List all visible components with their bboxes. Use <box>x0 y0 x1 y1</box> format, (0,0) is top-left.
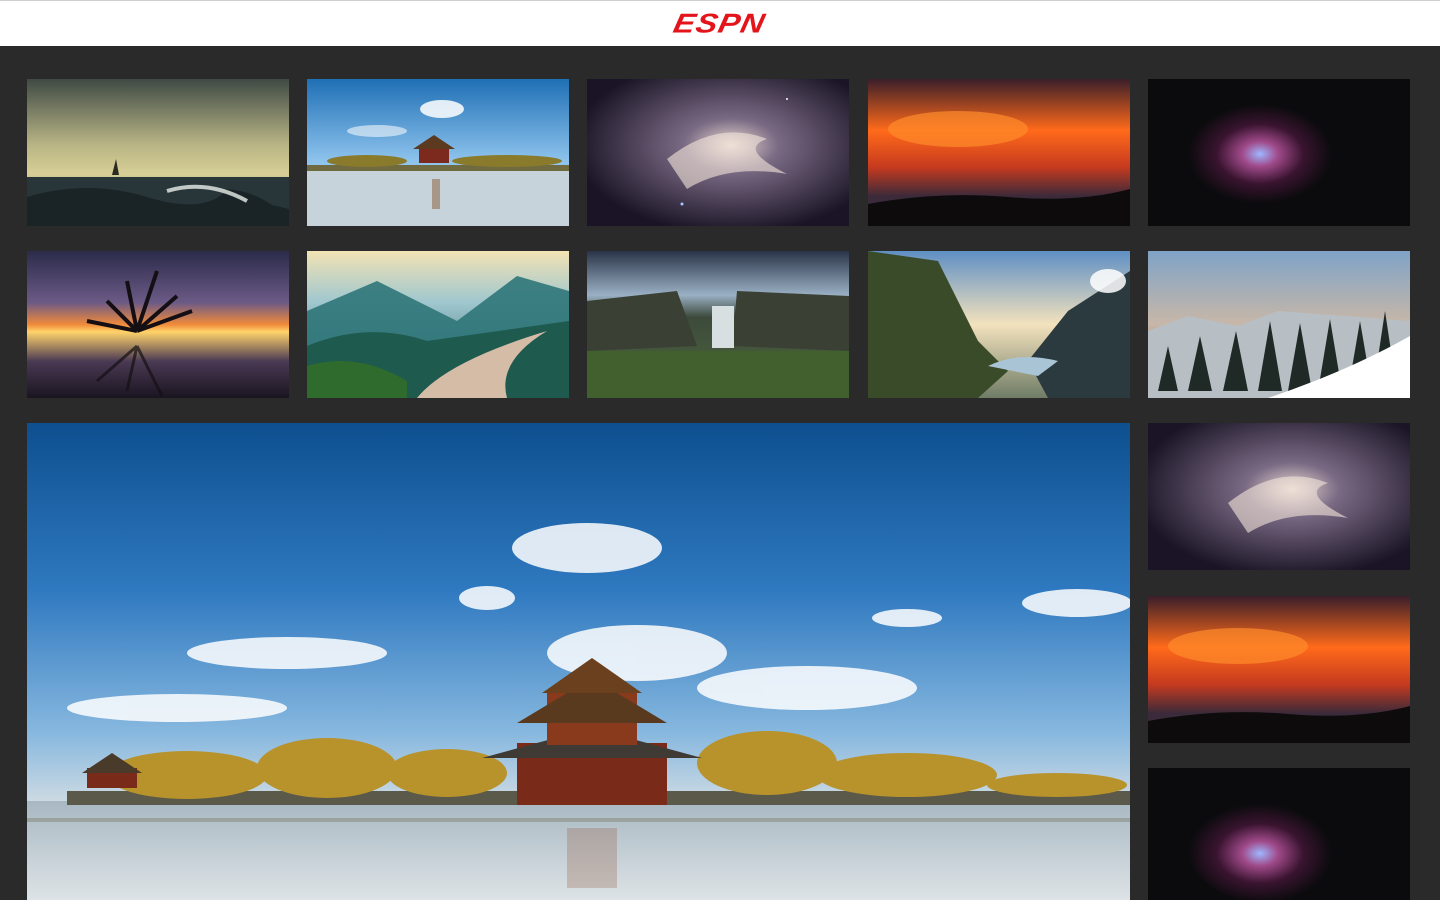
featured-wallpaper-forbidden-city[interactable] <box>27 423 1130 900</box>
thumbnail-red-sunset[interactable] <box>868 79 1130 226</box>
thumbnail-waterfall[interactable] <box>587 251 849 398</box>
top-bar: ESPN <box>0 0 1440 46</box>
thumbnail-red-sunset-2[interactable] <box>1148 596 1410 743</box>
thumbnail-pink-nebula[interactable] <box>1148 79 1410 226</box>
thumbnail-sailboat-ocean[interactable] <box>27 79 289 226</box>
thumbnail-forbidden-city[interactable] <box>307 79 569 226</box>
thumbnail-tree-sunset[interactable] <box>27 251 289 398</box>
espn-logo[interactable]: ESPN <box>671 7 769 38</box>
thumbnail-snowy-forest[interactable] <box>1148 251 1410 398</box>
thumbnail-purple-nebula[interactable] <box>587 79 849 226</box>
thumbnail-river-valley[interactable] <box>307 251 569 398</box>
thumbnail-purple-nebula-2[interactable] <box>1148 423 1410 570</box>
thumbnail-pink-nebula-2[interactable] <box>1148 768 1410 900</box>
wallpaper-gallery <box>0 46 1440 900</box>
thumbnail-fjord-sunrays[interactable] <box>868 251 1130 398</box>
